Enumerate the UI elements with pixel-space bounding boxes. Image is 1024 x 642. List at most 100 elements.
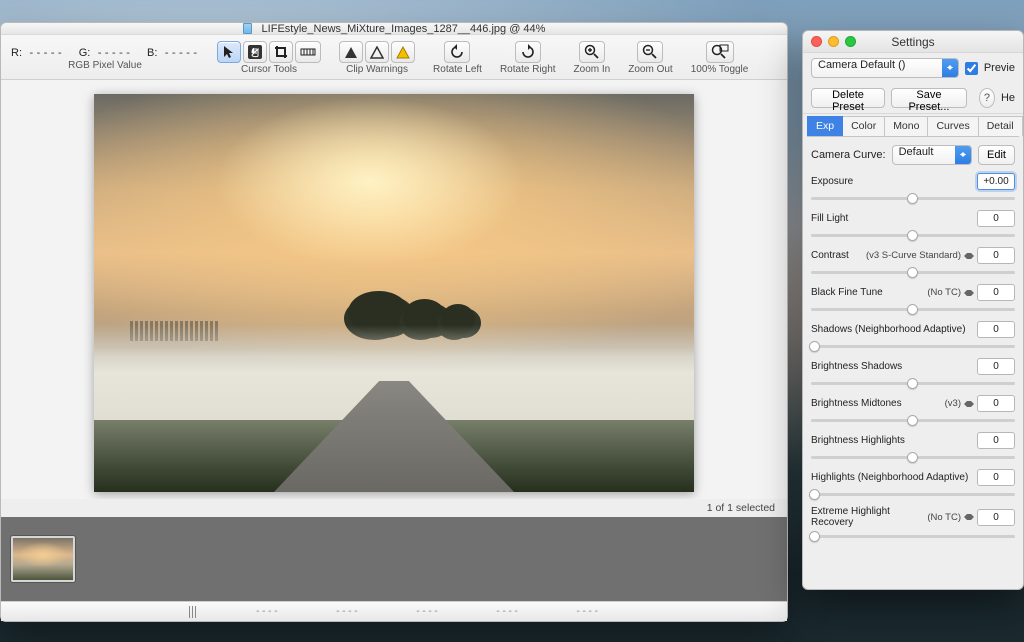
- param-value-input[interactable]: 0: [977, 358, 1015, 375]
- footer-grip-icon[interactable]: [189, 606, 199, 618]
- exposure-panel: Camera Curve: Default Edit Exposure+0.00…: [803, 137, 1023, 556]
- footer-val: ----: [415, 606, 439, 617]
- param-mode-label: (v3): [945, 398, 961, 409]
- param-value-input[interactable]: +0.00: [977, 173, 1015, 190]
- param-value-input[interactable]: 0: [977, 247, 1015, 264]
- param-label: Shadows (Neighborhood Adaptive): [811, 324, 966, 335]
- param-slider[interactable]: [811, 530, 1015, 542]
- zoom-icon[interactable]: [845, 36, 856, 47]
- settings-titlebar[interactable]: Settings: [803, 31, 1023, 53]
- pointer-tool-button[interactable]: [217, 41, 241, 63]
- hand-tool-button[interactable]: [243, 41, 267, 63]
- param-row: Contrast(v3 S-Curve Standard)0: [811, 247, 1015, 278]
- clip-shadow-button[interactable]: [339, 41, 363, 63]
- settings-tabs: ExpColorMonoCurvesDetailLens: [807, 116, 1019, 136]
- param-label: Brightness Shadows: [811, 361, 902, 372]
- preview-label: Previe: [984, 62, 1015, 74]
- hundred-toggle-group: 100% Toggle: [691, 41, 749, 75]
- minimize-icon[interactable]: [828, 36, 839, 47]
- param-label: Fill Light: [811, 213, 848, 224]
- param-row: Brightness Midtones(v3)0: [811, 395, 1015, 426]
- footer-val: ----: [495, 606, 519, 617]
- clip-warnings-label: Clip Warnings: [346, 65, 408, 75]
- zoom-out-button[interactable]: [637, 41, 663, 63]
- param-slider[interactable]: [811, 266, 1015, 278]
- rgb-g-value: -----: [96, 46, 132, 59]
- param-row: Fill Light 0: [811, 210, 1015, 241]
- param-value-input[interactable]: 0: [977, 432, 1015, 449]
- param-slider[interactable]: [811, 377, 1015, 389]
- param-slider[interactable]: [811, 303, 1015, 315]
- selection-status: 1 of 1 selected: [1, 499, 787, 517]
- help-suffix: He: [1001, 92, 1015, 104]
- param-value-input[interactable]: 0: [977, 284, 1015, 301]
- stepper-icon[interactable]: [964, 398, 974, 410]
- param-row: Brightness Shadows 0: [811, 358, 1015, 389]
- tab-mono[interactable]: Mono: [885, 116, 928, 136]
- param-row: Brightness Highlights 0: [811, 432, 1015, 463]
- camera-curve-label: Camera Curve:: [811, 149, 886, 161]
- rotate-left-button[interactable]: [444, 41, 470, 63]
- param-slider[interactable]: [811, 414, 1015, 426]
- param-slider[interactable]: [811, 229, 1015, 241]
- param-slider[interactable]: [811, 488, 1015, 500]
- stepper-icon[interactable]: [964, 287, 974, 299]
- delete-preset-button[interactable]: Delete Preset: [811, 88, 885, 108]
- crop-tool-button[interactable]: [269, 41, 293, 63]
- camera-curve-select[interactable]: Default: [892, 145, 972, 165]
- rgb-r-value: -----: [28, 46, 64, 59]
- window-controls[interactable]: [811, 36, 856, 47]
- preset-select[interactable]: Camera Default (): [811, 58, 959, 78]
- param-label: Highlights (Neighborhood Adaptive): [811, 472, 968, 483]
- param-value-input[interactable]: 0: [977, 509, 1015, 526]
- help-button[interactable]: ?: [979, 88, 995, 108]
- editor-titlebar[interactable]: LIFEstyle_News_MiXture_Images_1287__446.…: [1, 23, 787, 35]
- footer-val: ----: [575, 606, 599, 617]
- zoom-out-group: Zoom Out: [628, 41, 672, 75]
- clip-color-button[interactable]: [391, 41, 415, 63]
- param-label: Black Fine Tune: [811, 287, 883, 298]
- rgb-r-label: R:: [11, 47, 22, 59]
- tab-exp[interactable]: Exp: [807, 116, 843, 136]
- zoom-in-button[interactable]: [579, 41, 605, 63]
- rotate-left-label: Rotate Left: [433, 65, 482, 75]
- clip-highlight-button[interactable]: [365, 41, 389, 63]
- preview-checkbox[interactable]: [965, 62, 978, 75]
- stepper-icon[interactable]: [964, 511, 974, 523]
- image-preview[interactable]: [94, 94, 694, 492]
- rgb-pixel-label: RGB Pixel Value: [68, 61, 142, 71]
- settings-window: Settings Camera Default () Previe Delete…: [802, 30, 1024, 590]
- param-slider[interactable]: [811, 192, 1015, 204]
- param-slider[interactable]: [811, 451, 1015, 463]
- thumbnail[interactable]: [11, 536, 75, 582]
- edit-curve-button[interactable]: Edit: [978, 145, 1015, 165]
- cursor-tools-label: Cursor Tools: [241, 65, 297, 75]
- rgb-b-label: B:: [147, 47, 157, 59]
- stepper-icon[interactable]: [964, 250, 974, 262]
- tab-curves[interactable]: Curves: [928, 116, 978, 136]
- rotate-right-button[interactable]: [515, 41, 541, 63]
- editor-window: LIFEstyle_News_MiXture_Images_1287__446.…: [0, 22, 788, 622]
- zoom-in-label: Zoom In: [574, 65, 611, 75]
- param-value-input[interactable]: 0: [977, 395, 1015, 412]
- param-slider[interactable]: [811, 340, 1015, 352]
- param-label: Brightness Highlights: [811, 435, 905, 446]
- straighten-tool-button[interactable]: [295, 41, 321, 63]
- param-value-input[interactable]: 0: [977, 210, 1015, 227]
- save-preset-button[interactable]: Save Preset...: [891, 88, 967, 108]
- clip-warnings-group: Clip Warnings: [339, 41, 415, 75]
- close-icon[interactable]: [811, 36, 822, 47]
- hundred-toggle-button[interactable]: [706, 41, 734, 63]
- canvas-area[interactable]: [1, 80, 787, 499]
- rgb-pixel-group: R: ----- G: ----- B: ----- RGB Pixel Val…: [11, 41, 199, 71]
- desktop-background: LIFEstyle_News_MiXture_Images_1287__446.…: [0, 0, 1024, 642]
- footer-val: ----: [335, 606, 359, 617]
- param-value-input[interactable]: 0: [977, 321, 1015, 338]
- tab-color[interactable]: Color: [843, 116, 885, 136]
- filmstrip[interactable]: [1, 517, 787, 601]
- cursor-tools-group: Cursor Tools: [217, 41, 321, 75]
- param-value-input[interactable]: 0: [977, 469, 1015, 486]
- tab-detail[interactable]: Detail: [979, 116, 1023, 136]
- settings-title: Settings: [891, 35, 934, 49]
- param-row: Extreme Highlight Recovery(No TC)0: [811, 506, 1015, 542]
